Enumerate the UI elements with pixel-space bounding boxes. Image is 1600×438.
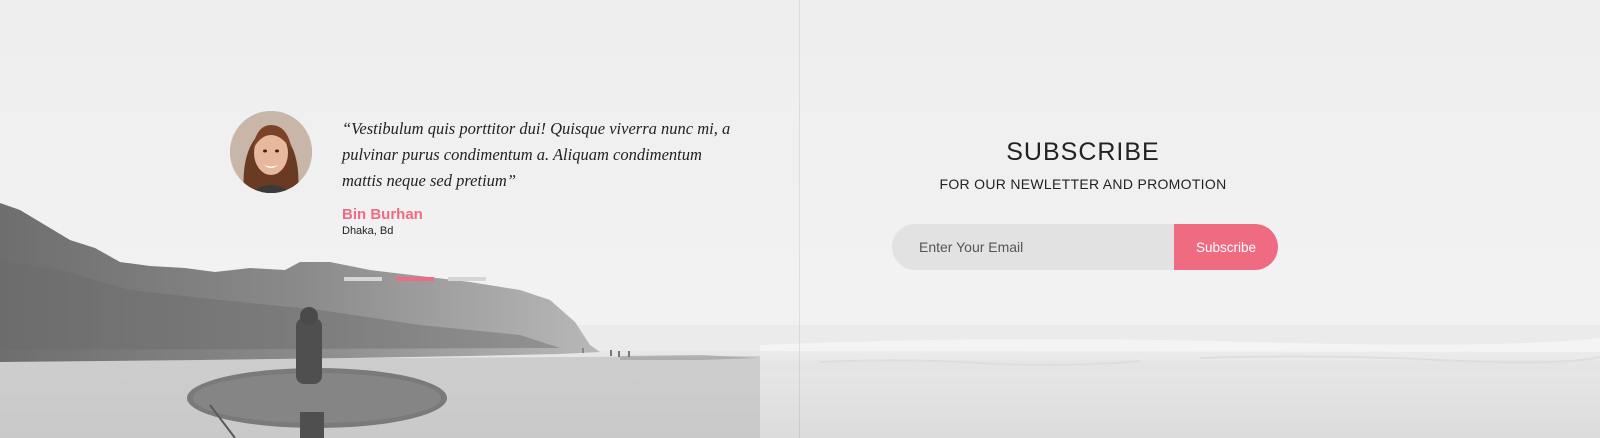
subscribe-button[interactable]: Subscribe [1174,224,1278,270]
slider-dot-1[interactable] [344,277,382,281]
email-input[interactable] [892,224,1174,270]
subscribe-title: SUBSCRIBE [1006,138,1160,166]
subscribe-form: Subscribe [892,224,1278,270]
subscribe-subtitle: FOR OUR NEWLETTER AND PROMOTION [939,176,1227,192]
testimonial-author-location: Dhaka, Bd [342,225,394,237]
testimonial-slider-dots [344,277,486,281]
section-divider [799,0,800,438]
slider-dot-2[interactable] [396,277,434,281]
testimonial-quote: “Vestibulum quis porttitor dui! Quisque … [342,119,731,190]
background-beach-image [0,0,1600,438]
author-avatar [230,111,312,193]
slider-dot-3[interactable] [448,277,486,281]
testimonial-author-name: Bin Burhan [342,206,423,223]
